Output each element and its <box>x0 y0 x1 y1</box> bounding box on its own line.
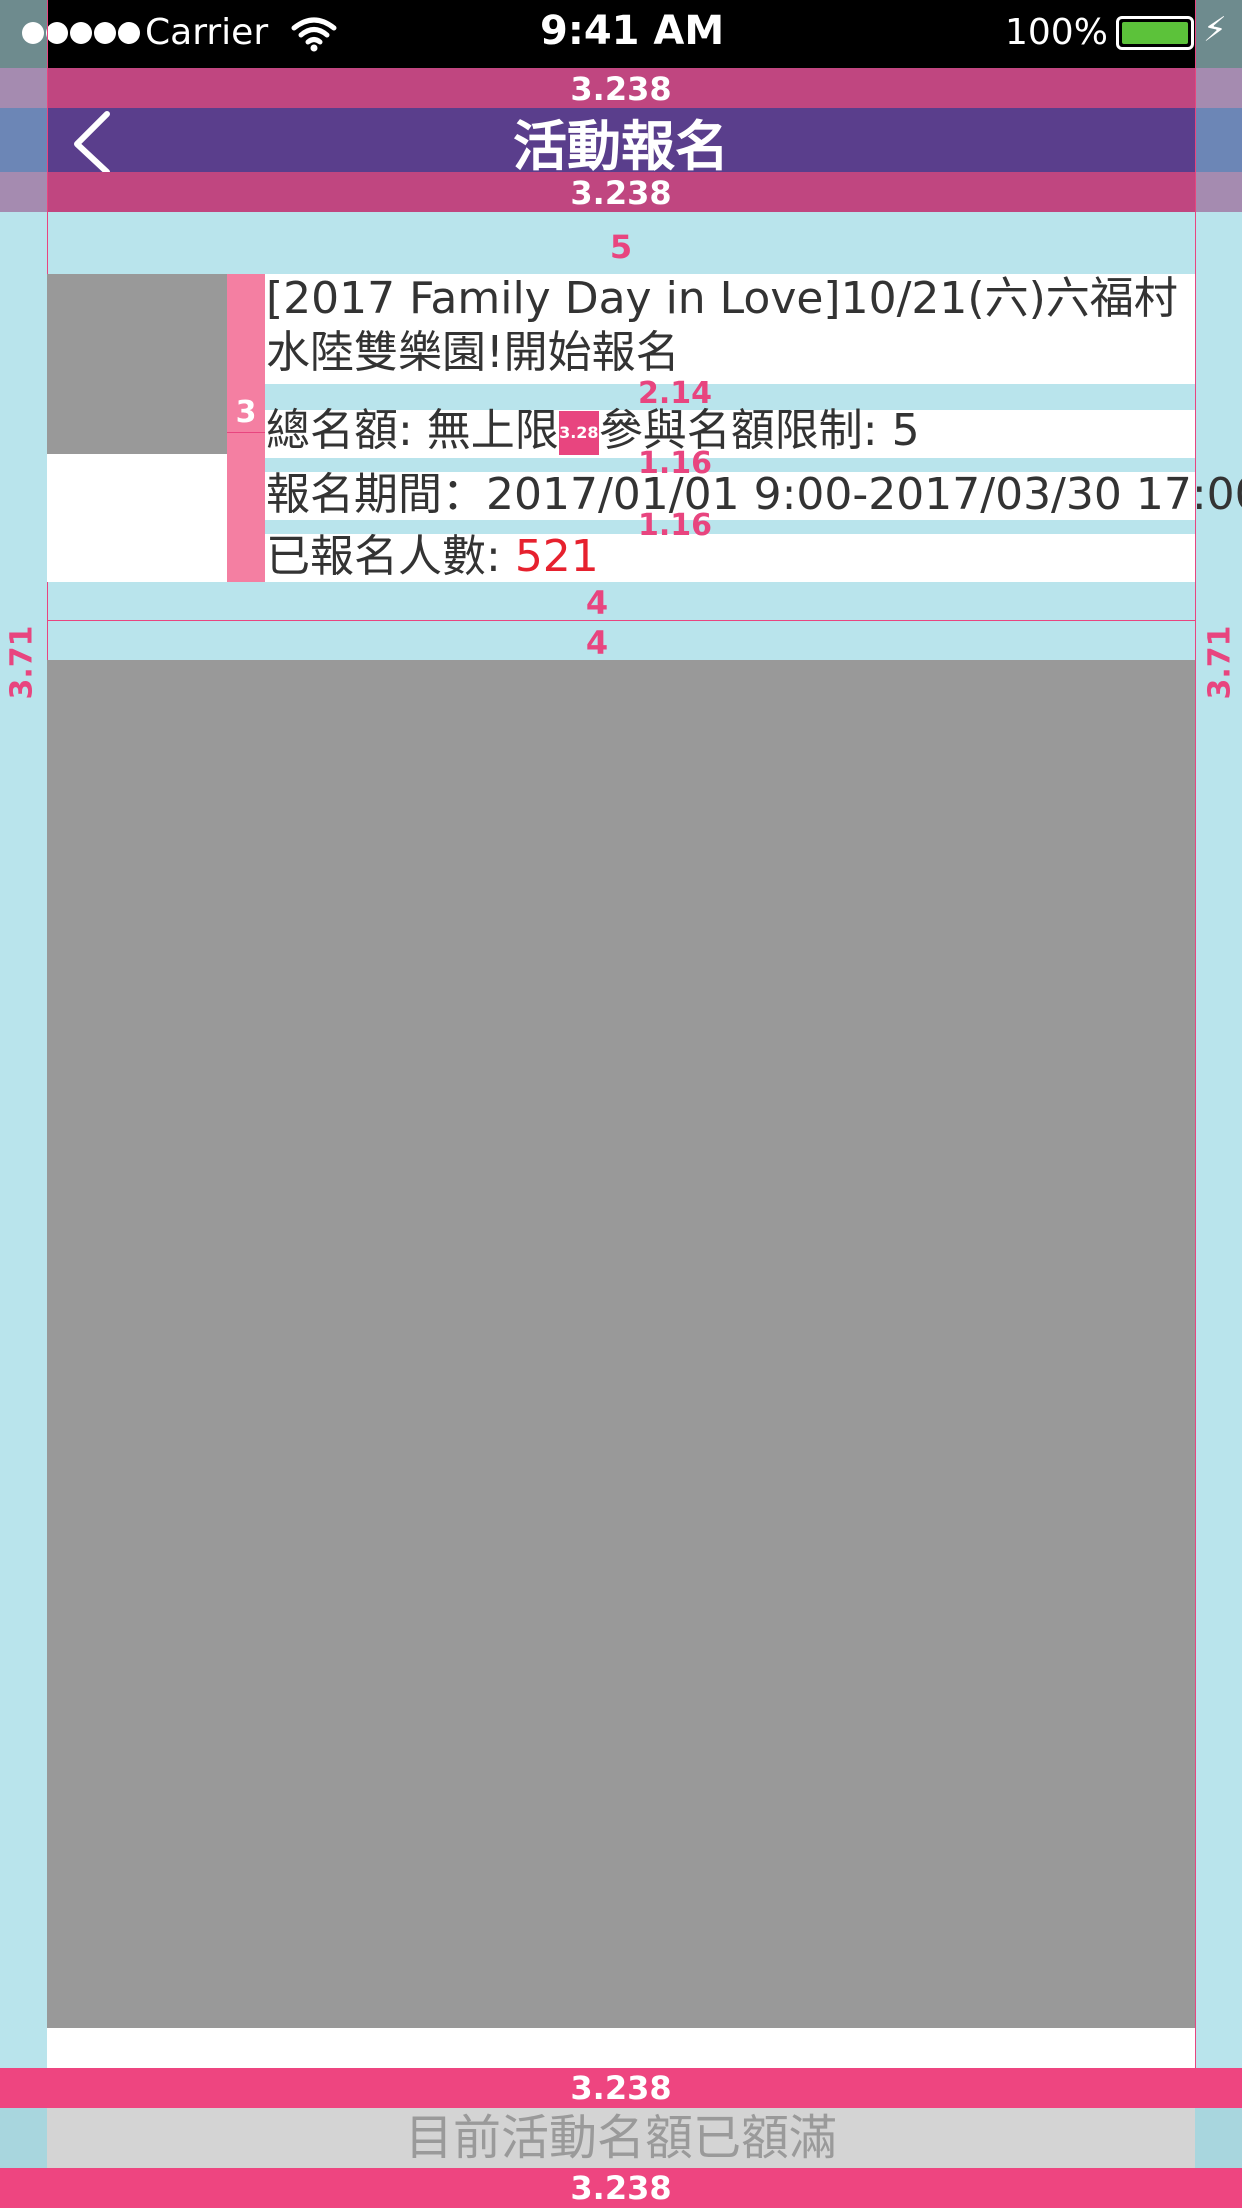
nav-top-spacer-edge-right <box>1195 68 1242 108</box>
bottom-top-spacer: 3.238 <box>0 2068 1242 2108</box>
bottom-bottom-measure: 3.238 <box>570 2169 672 2207</box>
image-top-measure: 4 <box>585 624 609 662</box>
image-bottom-strip <box>47 2028 1195 2068</box>
battery-percent: 100% <box>1005 12 1108 53</box>
nav-bottom-spacer: 3.238 <box>47 172 1195 212</box>
card-top-measure: 5 <box>609 228 633 266</box>
registered-count: 521 <box>514 531 599 582</box>
registration-period: 報名期間：2017/01/01 9:00-2017/03/30 17:00 <box>266 469 1242 520</box>
event-title: [2017 Family Day in Love]10/21(六)六福村水陸雙樂… <box>266 273 1178 378</box>
quota-row: 總名額: 無上限3.28參與名額限制: 5 <box>266 404 1191 458</box>
side-left-value: 3.71 <box>4 625 40 700</box>
guide-right <box>1195 0 1196 2068</box>
nav-bottom-spacer-edge-left <box>0 172 47 212</box>
bottom-edge-right <box>1195 2108 1242 2168</box>
signal-icon <box>18 0 140 68</box>
divider-line <box>47 620 1195 621</box>
registered-row: 已報名人數: 521 <box>266 530 1191 584</box>
thumb-gap-guide <box>227 432 265 433</box>
side-right-value: 3.71 <box>1202 625 1238 700</box>
wifi-icon <box>291 17 337 52</box>
thumb-gap-measure: 3 <box>235 395 257 430</box>
event-image <box>47 660 1195 2028</box>
side-left-measure: 3.71 <box>2 620 42 710</box>
quota-label: 總名額: 無上限 <box>266 405 559 456</box>
back-button[interactable] <box>65 106 125 176</box>
nav-edge-left <box>0 108 47 172</box>
registered-label: 已報名人數: <box>266 531 515 582</box>
nav-edge-right <box>1195 108 1242 172</box>
page-title: 活動報名 <box>513 115 729 178</box>
side-right-measure: 3.71 <box>1200 620 1240 710</box>
clock-time: 9:41 AM <box>540 8 725 54</box>
inline-gap-measure: 3.28 <box>559 423 599 442</box>
nav-bottom-spacer-edge-right <box>1195 172 1242 212</box>
carrier-label: Carrier <box>145 12 269 53</box>
event-thumbnail <box>47 274 227 454</box>
charging-bolt-icon: ⚡ <box>1203 10 1227 50</box>
nav-top-spacer-edge-left <box>0 68 47 108</box>
bottom-bottom-spacer: 3.238 <box>0 2168 1242 2208</box>
chevron-left-icon <box>74 111 110 175</box>
nav-bottom-measure: 3.238 <box>570 174 672 212</box>
bottom-edge-left <box>0 2108 47 2168</box>
bottom-top-measure: 3.238 <box>570 2069 672 2107</box>
register-full-button[interactable]: 目前活動名額已額滿 <box>47 2108 1195 2168</box>
battery-icon <box>1116 16 1194 50</box>
inline-gap-marker: 3.28 <box>558 411 599 455</box>
card-bottom-measure: 4 <box>585 584 609 622</box>
